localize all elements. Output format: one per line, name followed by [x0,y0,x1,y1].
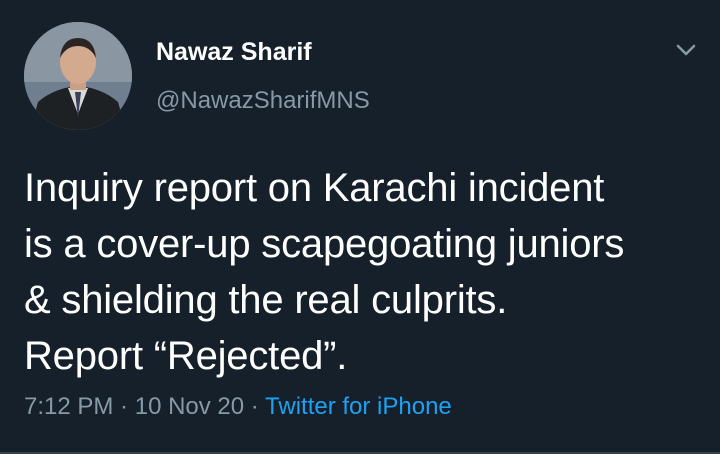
meta-separator: · [113,393,135,420]
tweet-source-link[interactable]: Twitter for iPhone [265,393,452,420]
profile-photo-icon [24,22,132,130]
tweet-text: Inquiry report on Karachi incident is a … [24,160,708,384]
tweet-text-line: Inquiry report on Karachi incident [24,166,605,210]
tweet-card: Nawaz Sharif @NawazSharifMNS Inquiry rep… [0,0,720,454]
chevron-down-icon[interactable] [671,38,701,64]
user-handle[interactable]: @NawazSharifMNS [156,87,370,115]
tweet-metadata: 7:12 PM · 10 Nov 20 · Twitter for iPhone [24,393,452,421]
avatar[interactable] [24,22,132,130]
tweet-text-line: is a cover-up scapegoating juniors [24,222,625,266]
tweet-text-line: Report “Rejected”. [24,334,348,378]
tweet-date[interactable]: 10 Nov 20 [135,393,244,420]
display-name[interactable]: Nawaz Sharif [156,38,312,67]
tweet-time[interactable]: 7:12 PM [24,393,113,420]
meta-separator: · [244,393,266,420]
tweet-text-line: & shielding the real culprits. [24,278,508,322]
